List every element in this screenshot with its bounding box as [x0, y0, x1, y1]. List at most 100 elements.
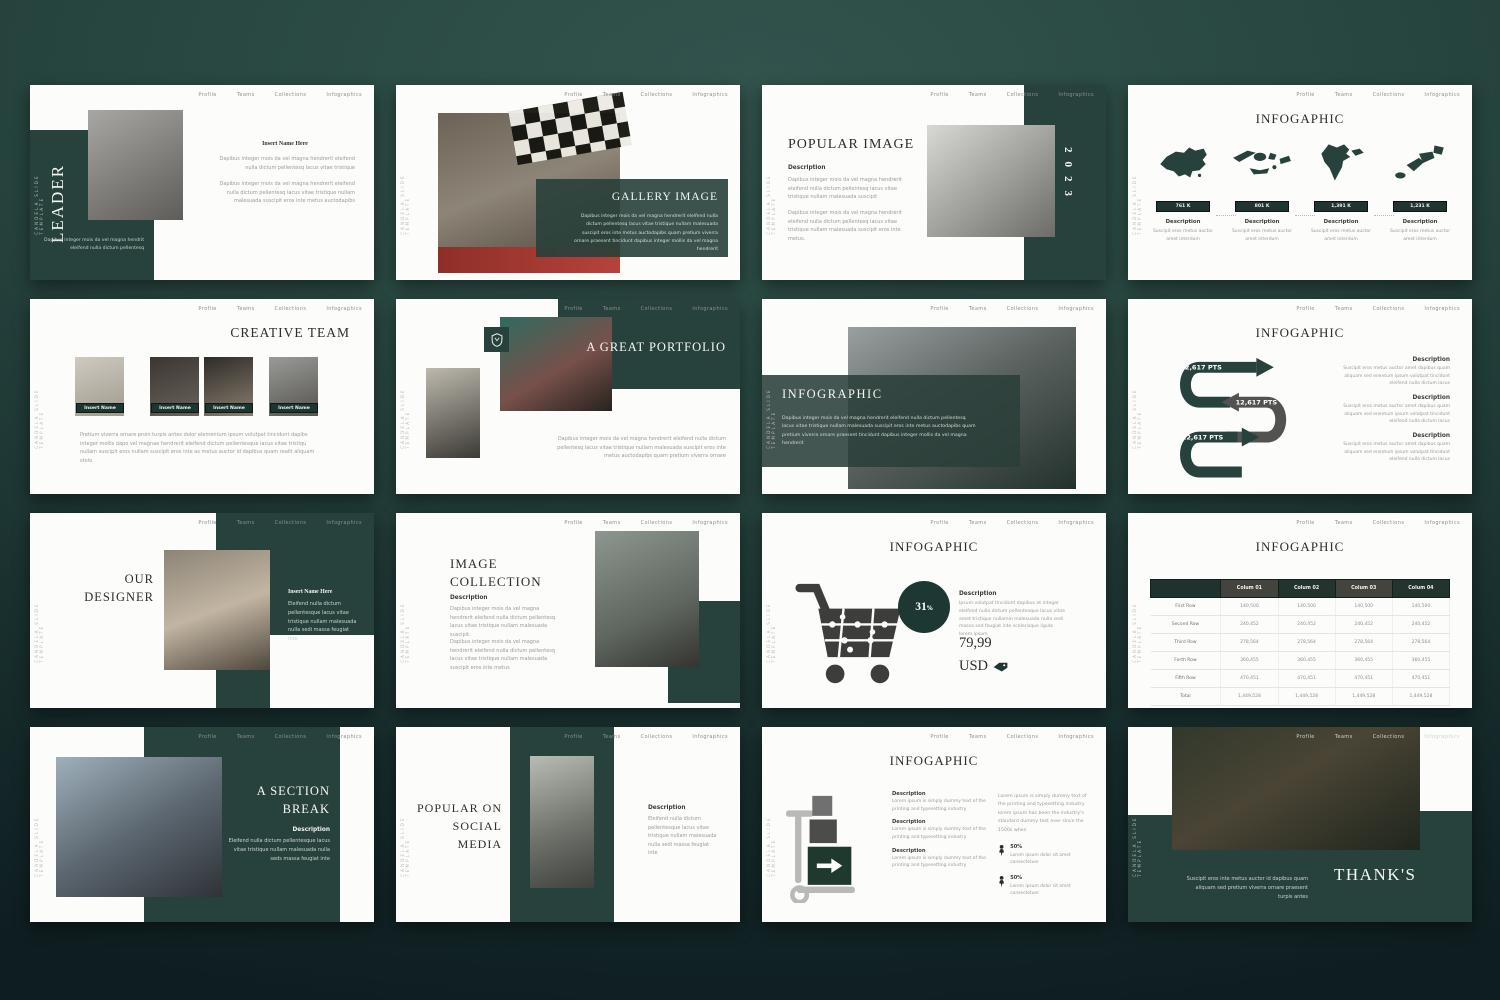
cell: 240,452 — [1335, 616, 1392, 634]
nav-item: Profile — [564, 734, 582, 740]
slide-nav: ProfileTeamsCollectionsInfographics — [1296, 520, 1460, 526]
slide-title: INFOGAPHIC — [762, 539, 1106, 555]
nav-item: Collections — [1373, 306, 1405, 312]
side-label: CANDELA SLIDE TEMPLATE — [766, 787, 776, 877]
stat-value: 50% — [1010, 844, 1092, 850]
slide-image-collection[interactable]: ProfileTeamsCollectionsInfographics CAND… — [396, 513, 740, 708]
slide-infographic-dolly[interactable]: ProfileTeamsCollectionsInfographics CAND… — [762, 727, 1106, 922]
description-block: Description Lorem ipsum is simply dummy … — [892, 848, 990, 870]
nav-item: Profile — [930, 92, 948, 98]
nav-item: Infographics — [1424, 92, 1460, 98]
nav-item: Infographics — [326, 734, 362, 740]
row-label: Second Row — [1151, 616, 1221, 634]
slide-infographic-photo[interactable]: ProfileTeamsCollectionsInfographics CAND… — [762, 299, 1106, 494]
cell: 140,500 — [1278, 598, 1335, 616]
cell: 278,564 — [1392, 634, 1449, 652]
side-label: CANDELA SLIDE TEMPLATE — [1132, 573, 1142, 663]
nav-item: Infographics — [692, 520, 728, 526]
white-block — [270, 635, 374, 708]
nav-item: Teams — [969, 306, 987, 312]
slide-gallery-image[interactable]: ProfileTeamsCollectionsInfographics CAND… — [396, 85, 740, 280]
nav-item: Teams — [237, 520, 255, 526]
team-photo: Insert Name — [150, 357, 199, 416]
percent-badge: 31 % — [898, 581, 950, 633]
row-label: Total — [1151, 688, 1221, 706]
slide-leader[interactable]: ProfileTeamsCollectionsInfographics CAND… — [30, 85, 374, 280]
body-text: Dapibus integer mois da vel magna hendre… — [568, 213, 718, 254]
slide-nav: ProfileTeamsCollectionsInfographics — [930, 734, 1094, 740]
slide-thanks[interactable]: ProfileTeamsCollectionsInfographics CAND… — [1128, 727, 1472, 922]
nav-item: Infographics — [326, 92, 362, 98]
description-column: Description Lorem ipsum is simply dummy … — [892, 791, 990, 876]
puzzle-cart-icon — [790, 575, 912, 687]
checker-pattern — [508, 92, 632, 166]
nav-item: Infographics — [692, 92, 728, 98]
slide-nav: ProfileTeamsCollectionsInfographics — [198, 92, 362, 98]
description-label: Description — [1325, 357, 1450, 363]
nav-item: Infographics — [1058, 92, 1094, 98]
description-text: Lorem ipsum is simply dummy text of the … — [892, 855, 990, 870]
nav-item: Collections — [641, 734, 673, 740]
body-text: Suscipit eros inte metus auctor id dapib… — [1180, 875, 1308, 901]
arrow-label: 12,617 PTS — [1236, 398, 1278, 406]
description-label: Description — [1325, 395, 1450, 401]
slide-title: A GREAT PORTFOLIO — [586, 339, 726, 356]
percent-value: 31 — [915, 601, 927, 613]
nav-item: Profile — [930, 520, 948, 526]
side-label: CANDELA SLIDE TEMPLATE — [400, 573, 410, 663]
table-row: Fifth Row 470,451 470,451 470,451 470,45… — [1151, 670, 1450, 688]
nav-item: Collections — [1007, 520, 1039, 526]
stat-text: Lorem ipsum dolor sit amet consectetuer — [1010, 883, 1092, 897]
slide-title: INFOGRAPHIC — [782, 387, 883, 402]
nav-item: Teams — [237, 306, 255, 312]
nav-item: Infographics — [1058, 306, 1094, 312]
slide-title: A SECTION BREAK — [228, 783, 330, 818]
slide-nav: ProfileTeamsCollectionsInfographics — [1296, 734, 1460, 740]
description-block: Description Lorem ipsum is simply dummy … — [892, 819, 990, 841]
slide-infographic-maps[interactable]: ProfileTeamsCollectionsInfographics CAND… — [1128, 85, 1472, 280]
person-icon — [998, 844, 1005, 857]
connector-line — [1374, 215, 1394, 216]
side-label: CANDELA SLIDE TEMPLATE — [34, 573, 44, 663]
slide-our-designer[interactable]: ProfileTeamsCollectionsInfographics CAND… — [30, 513, 374, 708]
stat-text: Lorem ipsum dolor sit amet consectetuer — [1010, 852, 1092, 866]
description-label: Description — [959, 591, 997, 597]
slide-great-portfolio[interactable]: ProfileTeamsCollectionsInfographics CAND… — [396, 299, 740, 494]
cell: 1,449,528 — [1335, 688, 1392, 706]
body-text: Dapibus integer mois da vel magna hendre… — [788, 209, 906, 243]
slide-infographic-arrows[interactable]: ProfileTeamsCollectionsInfographics CAND… — [1128, 299, 1472, 494]
cell: 470,451 — [1335, 670, 1392, 688]
slide-creative-team[interactable]: ProfileTeamsCollectionsInfographics CAND… — [30, 299, 374, 494]
value-badge: 1,231 K — [1393, 201, 1447, 212]
header-cell: Colum 04 — [1392, 580, 1449, 598]
nav-item: Collections — [1007, 92, 1039, 98]
description-label: Description — [892, 791, 990, 797]
value-badge: 801 K — [1235, 201, 1289, 212]
value-badge: 761 K — [1156, 201, 1210, 212]
slide-title: INFOGAPHIC — [1128, 111, 1472, 127]
popular-photo — [927, 125, 1055, 237]
brand-emblem-icon — [484, 327, 509, 352]
description-text: Lorem ipsum is simply dummy text of the … — [892, 798, 990, 813]
slide-section-break[interactable]: ProfileTeamsCollectionsInfographics CAND… — [30, 727, 374, 922]
nav-item: Teams — [237, 734, 255, 740]
cell: 1,449,528 — [1221, 688, 1278, 706]
slide-social-media[interactable]: ProfileTeamsCollectionsInfographics CAND… — [396, 727, 740, 922]
table-row: Third Row 278,564 278,564 278,564 278,56… — [1151, 634, 1450, 652]
description-block: Description Suscipit eros metus auctor a… — [1325, 357, 1450, 388]
nav-item: Infographics — [1058, 520, 1094, 526]
hand-truck-icon — [784, 785, 866, 903]
slide-popular-image[interactable]: ProfileTeamsCollectionsInfographics CAND… — [762, 85, 1106, 280]
nav-item: Infographics — [1058, 734, 1094, 740]
slide-infographic-cart[interactable]: ProfileTeamsCollectionsInfographics CAND… — [762, 513, 1106, 708]
map-item: 1,391 K Description Suscipit eros metus … — [1310, 141, 1372, 243]
indonesia-map-icon — [1231, 141, 1293, 183]
nav-item: Collections — [275, 734, 307, 740]
slide-infographic-table[interactable]: ProfileTeamsCollectionsInfographics CAND… — [1128, 513, 1472, 708]
india-map-icon — [1310, 141, 1372, 183]
zigzag-arrows-icon: 12,617 PTS 12,617 PTS 12,617 PTS — [1156, 351, 1316, 481]
nav-item: Teams — [1335, 306, 1353, 312]
name-badge: Insert Name — [205, 403, 253, 413]
slide-nav: ProfileTeamsCollectionsInfographics — [930, 92, 1094, 98]
nav-item: Teams — [603, 306, 621, 312]
